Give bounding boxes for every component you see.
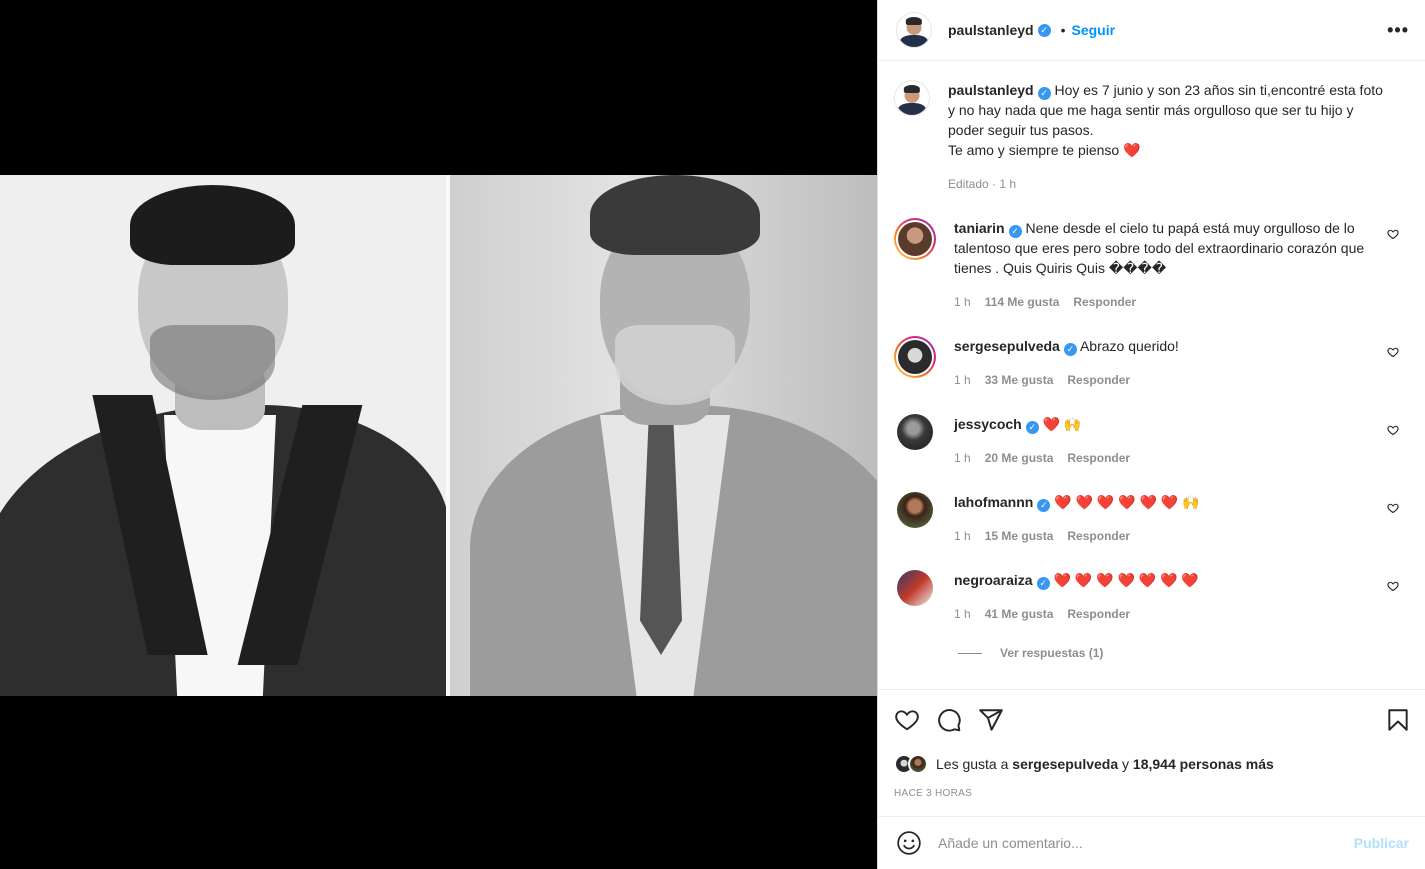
like-comment-heart-icon[interactable] [1387, 580, 1399, 592]
comment-time: 1 h [954, 373, 971, 387]
commenter-username[interactable]: sergesepulveda [954, 338, 1060, 354]
verified-badge-icon: ✓ [1063, 343, 1077, 356]
verified-badge-icon: ✓ [1025, 421, 1039, 434]
comment-input[interactable] [938, 835, 1354, 851]
comment-text: Abrazo querido! [1079, 338, 1179, 354]
paper-plane-icon[interactable] [978, 707, 1004, 733]
verified-badge-icon: ✓ [1036, 577, 1050, 590]
post-side-panel: paulstanleyd ✓ • Seguir ••• paulstanleyd… [877, 0, 1425, 869]
heart-icon[interactable] [894, 707, 920, 733]
likes-summary: Les gusta a sergesepulveda y 18,944 pers… [894, 754, 1411, 774]
reply-button[interactable]: Responder [1067, 370, 1130, 390]
like-comment-heart-icon[interactable] [1387, 502, 1399, 514]
commenter-avatar[interactable] [897, 570, 933, 606]
comments-list[interactable]: paulstanleyd ✓ Hoy es 7 junio y son 23 añ… [878, 62, 1425, 688]
post-actions: Les gusta a sergesepulveda y 18,944 pers… [878, 689, 1425, 809]
reply-button[interactable]: Responder [1067, 448, 1130, 468]
likes-prefix: Les gusta a [936, 756, 1013, 772]
comment-item: taniarin ✓ Nene desde el cielo tu papá es… [894, 218, 1409, 312]
post-header: paulstanleyd ✓ • Seguir ••• [878, 0, 1425, 61]
likes-middle: y [1118, 756, 1133, 772]
verified-badge-icon: ✓ [1037, 499, 1051, 512]
caption-author-avatar[interactable] [894, 80, 930, 116]
photo-son [0, 175, 446, 696]
verified-badge-icon: ✓ [1008, 225, 1022, 238]
commenter-username[interactable]: lahofmannn [954, 494, 1033, 510]
likes-user[interactable]: sergesepulveda [1012, 756, 1118, 772]
author-username[interactable]: paulstanleyd [948, 22, 1034, 38]
comment-item: jessycoch ✓ ❤️ 🙌 1 h 20 Me gusta Responde… [894, 414, 1409, 468]
commenter-username[interactable]: negroaraiza [954, 572, 1033, 588]
caption-username[interactable]: paulstanleyd [948, 82, 1034, 98]
comment-likes[interactable]: 20 Me gusta [985, 448, 1054, 468]
reply-button[interactable]: Responder [1067, 604, 1130, 624]
comment-likes[interactable]: 114 Me gusta [985, 292, 1060, 312]
liker-avatar [908, 754, 928, 774]
instagram-post-viewer: paulstanleyd ✓ • Seguir ••• paulstanleyd… [0, 0, 1425, 869]
comment-item: lahofmannn ✓ ❤️ ❤️ ❤️ ❤️ ❤️ ❤️ 🙌 1 h 15 M… [894, 492, 1409, 546]
reply-button[interactable]: Responder [1067, 526, 1130, 546]
photo-father [450, 175, 877, 696]
post-timestamp[interactable]: HACE 3 HORAS [894, 788, 1411, 799]
like-comment-heart-icon[interactable] [1387, 424, 1399, 436]
commenter-avatar[interactable] [897, 414, 933, 450]
caption-heart-emoji: ❤️ [1123, 142, 1141, 158]
commenter-avatar[interactable] [894, 218, 936, 260]
caption-meta: Editado · 1 h [948, 177, 1017, 191]
comment-likes[interactable]: 41 Me gusta [985, 604, 1054, 624]
follow-button[interactable]: Seguir [1072, 22, 1116, 38]
reply-button[interactable]: Responder [1073, 292, 1136, 312]
comment-time: 1 h [954, 529, 971, 543]
bookmark-icon[interactable] [1385, 707, 1411, 733]
author-avatar[interactable] [896, 12, 932, 48]
comment-time: 1 h [954, 451, 971, 465]
comment-text: ❤️ 🙌 [1042, 416, 1082, 432]
likes-count[interactable]: 18,944 personas más [1133, 756, 1274, 772]
commenter-username[interactable]: taniarin [954, 220, 1005, 236]
post-photo [0, 175, 877, 696]
comment-item: negroaraiza ✓ ❤️ ❤️ ❤️ ❤️ ❤️ ❤️ ❤️ 1 h 41… [894, 570, 1409, 624]
commenter-avatar[interactable] [894, 336, 936, 378]
comment-composer: Publicar [878, 816, 1425, 869]
publish-button[interactable]: Publicar [1354, 835, 1409, 851]
verified-badge-icon: ✓ [1037, 87, 1051, 100]
like-comment-heart-icon[interactable] [1387, 228, 1399, 240]
comment-time: 1 h [954, 607, 971, 621]
comment-bubble-icon[interactable] [936, 707, 962, 733]
more-options-icon[interactable]: ••• [1387, 20, 1409, 41]
comment-text: ❤️ ❤️ ❤️ ❤️ ❤️ ❤️ ❤️ [1053, 572, 1199, 588]
emoji-smile-icon[interactable] [896, 830, 922, 856]
commenter-avatar[interactable] [897, 492, 933, 528]
header-separator: • [1060, 22, 1066, 38]
post-media[interactable] [0, 0, 877, 869]
comment-likes[interactable]: 33 Me gusta [985, 370, 1054, 390]
view-replies-button[interactable]: Ver respuestas (1) [958, 646, 1409, 660]
commenter-username[interactable]: jessycoch [954, 416, 1022, 432]
comment-likes[interactable]: 15 Me gusta [985, 526, 1054, 546]
comment-item: sergesepulveda ✓ Abrazo querido! 1 h 33 M… [894, 336, 1409, 390]
view-replies-label: Ver respuestas (1) [1000, 646, 1104, 660]
post-caption: paulstanleyd ✓ Hoy es 7 junio y son 23 añ… [894, 80, 1409, 194]
comment-text: ❤️ ❤️ ❤️ ❤️ ❤️ ❤️ 🙌 [1054, 494, 1200, 510]
verified-badge-icon: ✓ [1037, 23, 1051, 37]
comment-time: 1 h [954, 295, 971, 309]
like-comment-heart-icon[interactable] [1387, 346, 1399, 358]
